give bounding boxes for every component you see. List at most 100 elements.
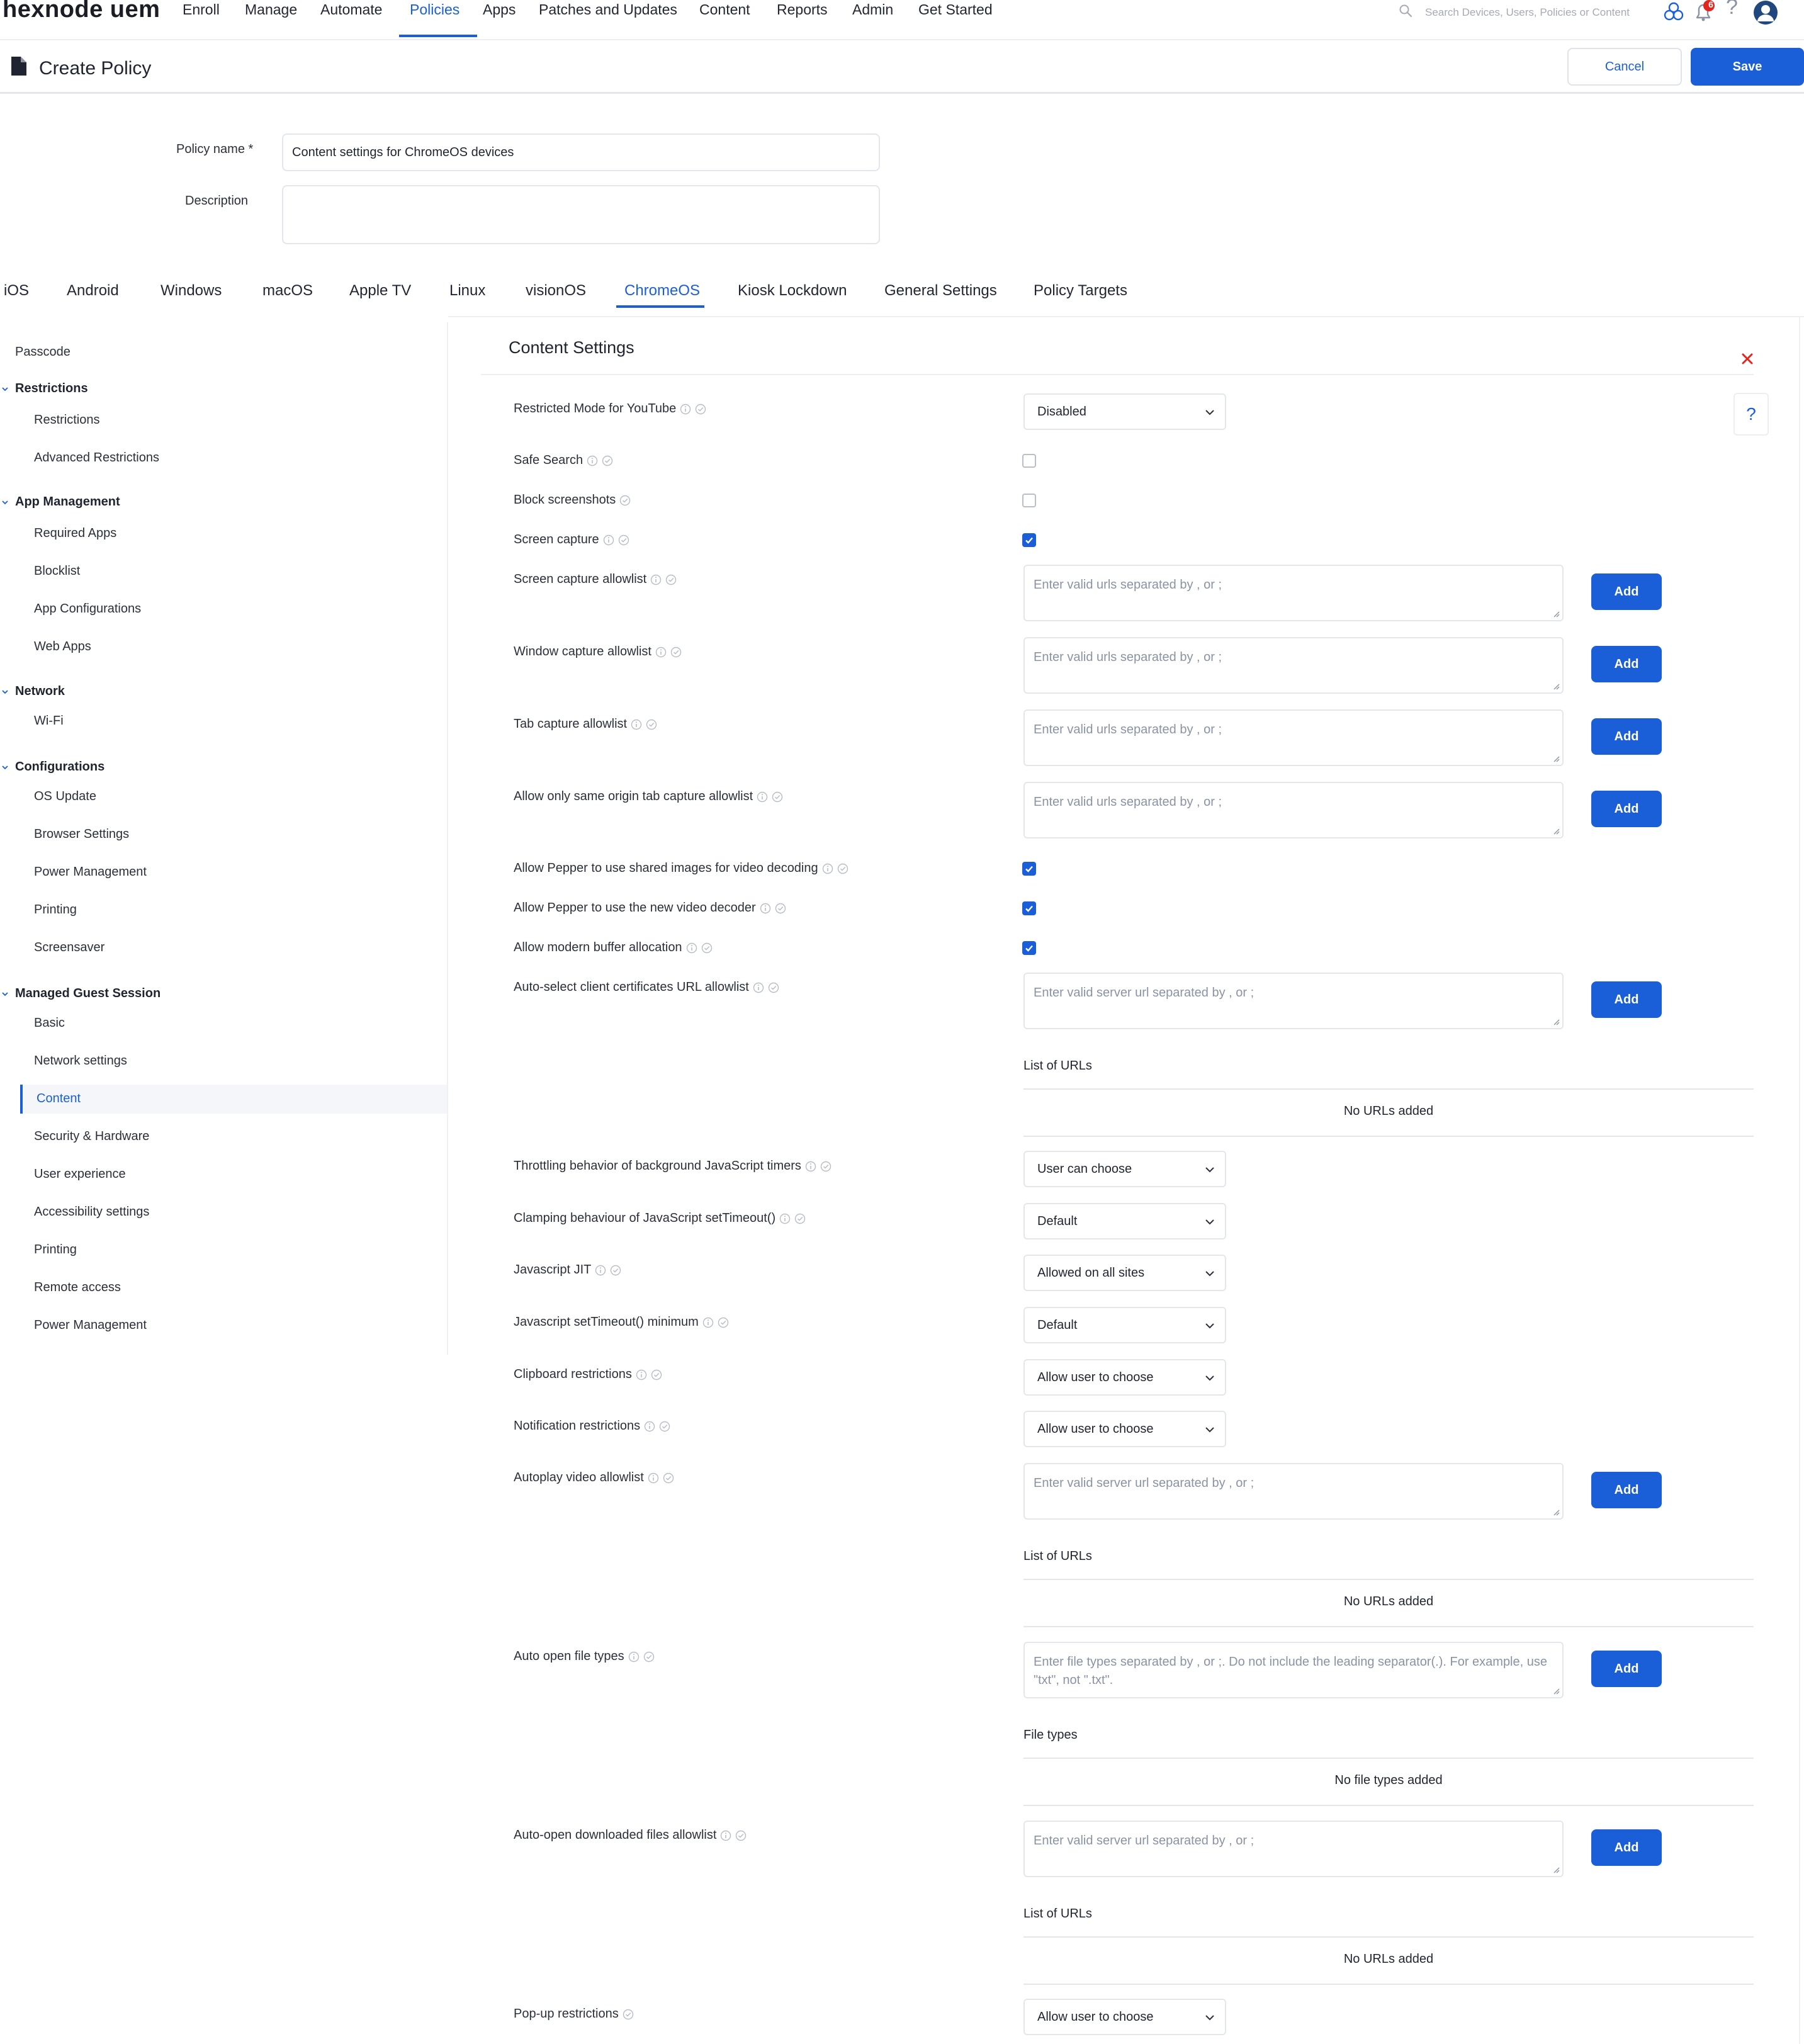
sidebar-item-network-settings[interactable]: Network settings [34, 1054, 127, 1068]
apps-network-icon[interactable] [1663, 0, 1684, 23]
setting-select-clamping-behaviour-of-javascript-settimeout[interactable]: Default [1023, 1203, 1226, 1239]
nav-patches-and-updates[interactable]: Patches and Updates [539, 1, 677, 18]
sidebar-item-blocklist[interactable]: Blocklist [34, 564, 80, 579]
tab-kiosk-lockdown[interactable]: Kiosk Lockdown [738, 282, 847, 300]
sidebar-item-web-apps[interactable]: Web Apps [34, 640, 91, 654]
setting-checkbox-allow-modern-buffer-allocation[interactable] [1022, 941, 1036, 955]
nav-apps[interactable]: Apps [483, 1, 516, 18]
setting-checkbox-block-screenshots[interactable] [1022, 494, 1036, 507]
tab-apple-tv[interactable]: Apple TV [349, 282, 411, 300]
sidebar-group-configurations[interactable]: Configurations [15, 760, 104, 774]
sidebar-item-accessibility-settings[interactable]: Accessibility settings [34, 1205, 149, 1219]
setting-checkbox-safe-search[interactable] [1022, 454, 1036, 468]
setting-textarea-auto-select-client-certificates-url-allowlist[interactable]: Enter valid server url separated by , or… [1023, 973, 1564, 1029]
tab-visionos[interactable]: visionOS [526, 282, 586, 300]
sidebar-item-wi-fi[interactable]: Wi-Fi [34, 714, 64, 728]
setting-checkbox-allow-pepper-to-use-the-new-video-decoder[interactable] [1022, 901, 1036, 915]
setting-textarea-screen-capture-allowlist[interactable]: Enter valid urls separated by , or ; [1023, 565, 1564, 621]
chevron-down-icon[interactable] [1, 499, 9, 506]
global-search[interactable]: Search Devices, Users, Policies or Conte… [1399, 3, 1638, 23]
sidebar-item-printing[interactable]: Printing [34, 1243, 77, 1257]
cancel-button[interactable]: Cancel [1567, 48, 1682, 86]
sidebar-item-screensaver[interactable]: Screensaver [34, 940, 104, 955]
setting-textarea-tab-capture-allowlist[interactable]: Enter valid urls separated by , or ; [1023, 709, 1564, 766]
nav-admin[interactable]: Admin [852, 1, 893, 18]
tab-linux[interactable]: Linux [449, 282, 485, 300]
sidebar-item-advanced-restrictions[interactable]: Advanced Restrictions [34, 451, 159, 465]
tab-android[interactable]: Android [67, 282, 119, 300]
sidebar-item-printing[interactable]: Printing [34, 903, 77, 917]
add-button-auto-open-downloaded-files-allowlist[interactable]: Add [1591, 1829, 1662, 1866]
setting-select-javascript-jit[interactable]: Allowed on all sites [1023, 1255, 1226, 1291]
setting-select-clipboard-restrictions[interactable]: Allow user to choose [1023, 1359, 1226, 1396]
nav-automate[interactable]: Automate [320, 1, 382, 18]
setting-textarea-auto-open-downloaded-files-allowlist[interactable]: Enter valid server url separated by , or… [1023, 1821, 1564, 1877]
sidebar-item-remote-access[interactable]: Remote access [34, 1280, 121, 1295]
sidebar-item-security-hardware[interactable]: Security & Hardware [34, 1129, 149, 1144]
add-button-allow-only-same-origin-tab-capture-allowlist[interactable]: Add [1591, 791, 1662, 827]
chevron-down-icon[interactable] [1, 385, 9, 393]
checkmark-icon [1025, 905, 1033, 912]
setting-checkbox-allow-pepper-to-use-shared-images-for-video-decoding[interactable] [1022, 862, 1036, 876]
nav-reports[interactable]: Reports [777, 1, 828, 18]
setting-label-text: Clamping behaviour of JavaScript setTime… [514, 1211, 776, 1225]
sidebar-item-passcode[interactable]: Passcode [15, 345, 70, 359]
supported-check-icon [646, 719, 657, 730]
tab-macos[interactable]: macOS [262, 282, 313, 300]
setting-label-auto-open-file-types: Auto open file types [514, 1649, 655, 1664]
add-button-auto-open-file-types[interactable]: Add [1591, 1651, 1662, 1687]
sidebar-item-browser-settings[interactable]: Browser Settings [34, 827, 129, 842]
tab-chromeos[interactable]: ChromeOS [624, 282, 700, 300]
tab-windows[interactable]: Windows [161, 282, 222, 300]
info-icon [686, 942, 697, 953]
sidebar-item-required-apps[interactable]: Required Apps [34, 526, 116, 541]
sidebar-group-restrictions[interactable]: Restrictions [15, 381, 88, 396]
add-button-autoplay-video-allowlist[interactable]: Add [1591, 1472, 1662, 1508]
nav-content[interactable]: Content [699, 1, 750, 18]
setting-select-restricted-mode-for-youtube[interactable]: Disabled [1023, 393, 1226, 430]
sidebar-group-network[interactable]: Network [15, 684, 65, 699]
setting-textarea-auto-open-file-types[interactable]: Enter file types separated by , or ;. Do… [1023, 1642, 1564, 1698]
sidebar-group-app-management[interactable]: App Management [15, 495, 120, 509]
setting-select-javascript-settimeout-minimum[interactable]: Default [1023, 1307, 1226, 1343]
save-button[interactable]: Save [1691, 48, 1804, 86]
setting-select-throttling-behavior-of-background-javascript-timers[interactable]: User can choose [1023, 1151, 1226, 1187]
close-icon[interactable] [1741, 353, 1754, 365]
sidebar-item-user-experience[interactable]: User experience [34, 1167, 126, 1182]
nav-policies[interactable]: Policies [410, 1, 459, 18]
chevron-down-icon[interactable] [1, 990, 9, 998]
help-button[interactable]: ? [1734, 393, 1769, 436]
sidebar-item-power-management[interactable]: Power Management [34, 865, 147, 879]
tab-general-settings[interactable]: General Settings [884, 282, 997, 300]
user-avatar[interactable] [1752, 0, 1779, 25]
add-button-screen-capture-allowlist[interactable]: Add [1591, 573, 1662, 610]
setting-textarea-allow-only-same-origin-tab-capture-allowlist[interactable]: Enter valid urls separated by , or ; [1023, 782, 1564, 838]
hexnode-logo[interactable]: hexnode uem [3, 0, 160, 23]
setting-textarea-autoplay-video-allowlist[interactable]: Enter valid server url separated by , or… [1023, 1463, 1564, 1520]
add-button-auto-select-client-certificates-url-allowlist[interactable]: Add [1591, 981, 1662, 1018]
nav-manage[interactable]: Manage [245, 1, 297, 18]
sidebar-item-power-management[interactable]: Power Management [34, 1318, 147, 1333]
add-button-tab-capture-allowlist[interactable]: Add [1591, 718, 1662, 755]
nav-enroll[interactable]: Enroll [183, 1, 220, 18]
sidebar-item-app-configurations[interactable]: App Configurations [34, 602, 141, 616]
setting-textarea-window-capture-allowlist[interactable]: Enter valid urls separated by , or ; [1023, 637, 1564, 694]
policy-name-input[interactable] [282, 133, 880, 171]
sidebar-group-managed-guest-session[interactable]: Managed Guest Session [15, 986, 161, 1001]
setting-select-pop-up-restrictions[interactable]: Allow user to choose [1023, 1999, 1226, 2035]
chevron-down-icon[interactable] [1, 688, 9, 696]
info-icon [631, 719, 642, 730]
chevron-down-icon[interactable] [1, 764, 9, 771]
tab-policy-targets[interactable]: Policy Targets [1034, 282, 1127, 300]
sidebar-item-os-update[interactable]: OS Update [34, 789, 96, 804]
nav-get-started[interactable]: Get Started [918, 1, 993, 18]
help-icon[interactable]: ? [1726, 0, 1738, 20]
add-button-window-capture-allowlist[interactable]: Add [1591, 646, 1662, 682]
sidebar-item-restrictions[interactable]: Restrictions [34, 413, 99, 427]
tab-ios[interactable]: iOS [4, 282, 29, 300]
setting-select-notification-restrictions[interactable]: Allow user to choose [1023, 1411, 1226, 1447]
description-input[interactable] [282, 185, 880, 244]
sidebar-item-content[interactable]: Content [37, 1092, 81, 1106]
sidebar-item-basic[interactable]: Basic [34, 1016, 65, 1030]
setting-checkbox-screen-capture[interactable] [1022, 533, 1036, 547]
